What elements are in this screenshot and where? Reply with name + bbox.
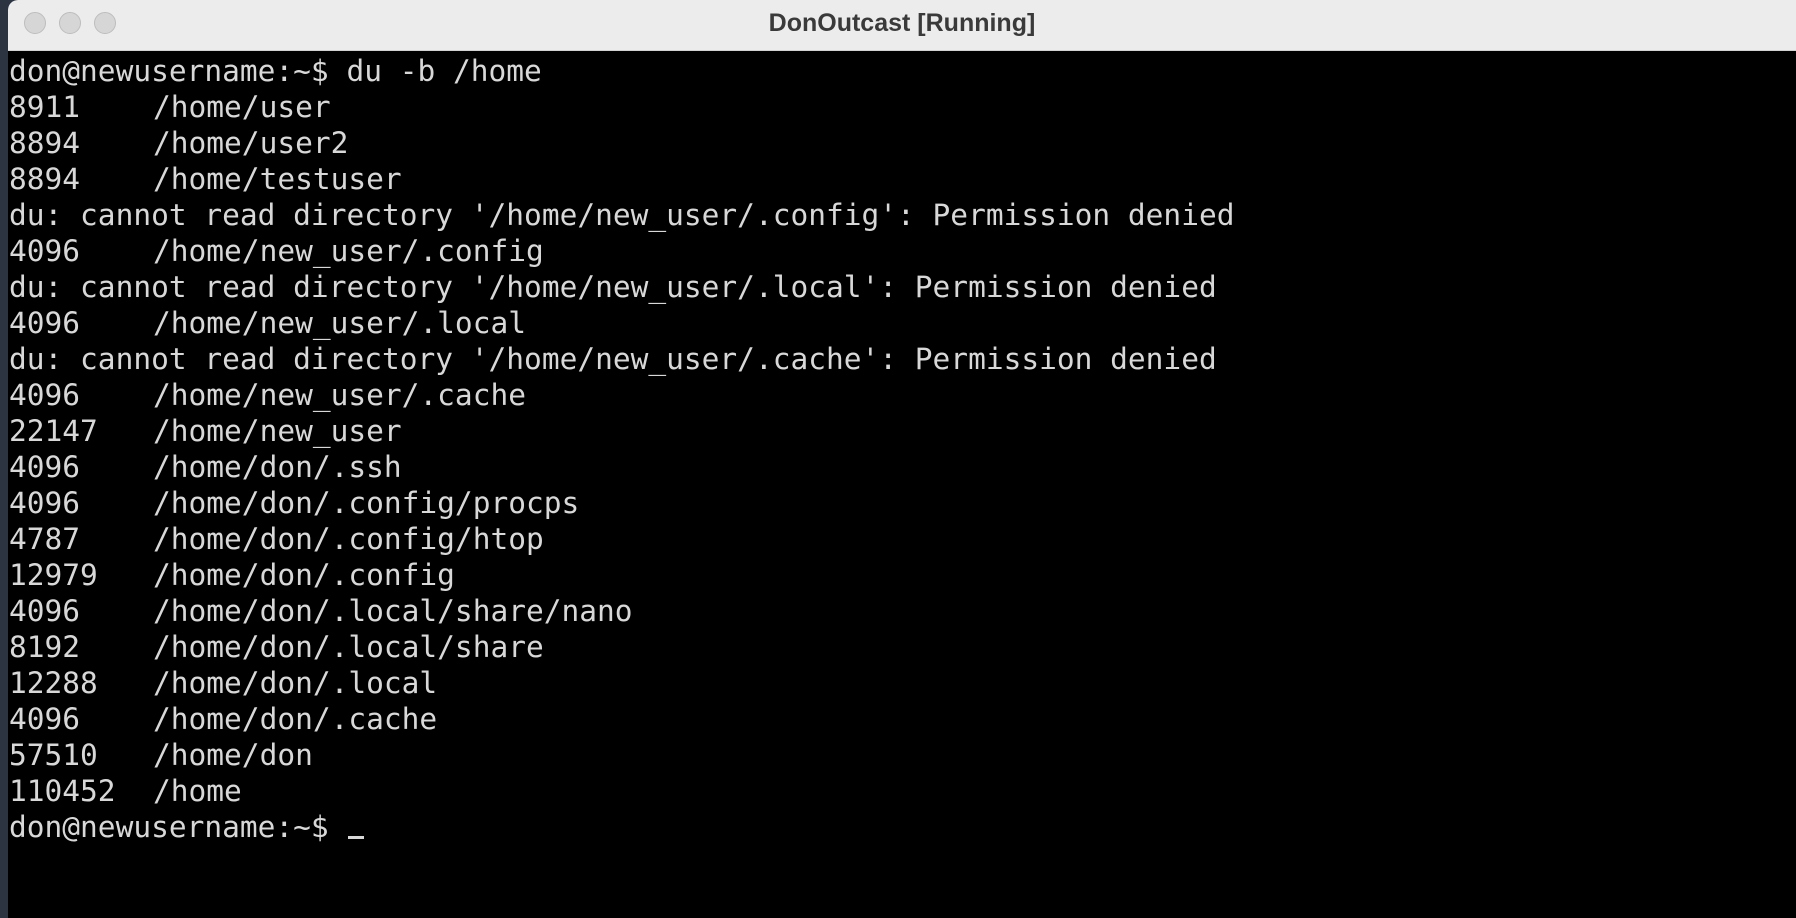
du-output-line: 4096/home/don/.ssh <box>9 449 1796 485</box>
size-value: 22147 <box>9 414 98 448</box>
du-output-line: 4096/home/don/.config/procps <box>9 485 1796 521</box>
size-value: 4096 <box>9 702 81 736</box>
path-value: /home/don/.config <box>153 558 455 592</box>
du-output-line: 22147/home/new_user <box>9 413 1796 449</box>
terminal-output: 8911/home/user 8894/home/user2 8894/home/t… <box>9 89 1796 809</box>
prompt-text: don@newusername:~$ <box>9 810 347 844</box>
size-value: 4096 <box>9 378 81 412</box>
path-value: /home/new_user/.local <box>153 306 526 340</box>
path-value: /home/user <box>153 90 331 124</box>
size-value: 12288 <box>9 666 98 700</box>
path-value: /home/testuser <box>153 162 402 196</box>
error-line: du: cannot read directory '/home/new_use… <box>9 198 1235 232</box>
size-value: 4787 <box>9 522 81 556</box>
path-value: /home/don/.local/share <box>153 630 544 664</box>
path-value: /home/don/.local <box>153 666 438 700</box>
title-bar[interactable]: DonOutcast [Running] <box>8 0 1796 51</box>
du-output-line: 4096/home/don/.local/share/nano <box>9 593 1796 629</box>
vm-window: DonOutcast [Running] don@newusername:~$ … <box>8 0 1796 918</box>
du-output-line: 8894/home/testuser <box>9 161 1796 197</box>
active-prompt-line[interactable]: don@newusername:~$ <box>9 809 1796 845</box>
du-output-line: 12979/home/don/.config <box>9 557 1796 593</box>
size-value: 8911 <box>9 90 81 124</box>
du-output-line: 110452/home <box>9 773 1796 809</box>
size-value: 4096 <box>9 306 81 340</box>
path-value: /home/new_user <box>153 414 402 448</box>
path-value: /home/don/.ssh <box>153 450 402 484</box>
size-value: 4096 <box>9 486 81 520</box>
path-value: /home/don/.cache <box>153 702 438 736</box>
size-value: 8894 <box>9 162 81 196</box>
du-output-line: 57510/home/don <box>9 737 1796 773</box>
window-title: DonOutcast [Running] <box>768 9 1036 37</box>
du-output-line: 4096/home/don/.cache <box>9 701 1796 737</box>
text-cursor <box>348 836 365 839</box>
size-value: 4096 <box>9 450 81 484</box>
path-value: /home/don/.config/htop <box>153 522 544 556</box>
error-line: du: cannot read directory '/home/new_use… <box>9 270 1217 304</box>
size-value: 110452 <box>9 774 116 808</box>
command-line: don@newusername:~$ du -b /home <box>9 54 542 88</box>
du-output-line: 8192/home/don/.local/share <box>9 629 1796 665</box>
path-value: /home/new_user/.cache <box>153 378 526 412</box>
size-value: 57510 <box>9 738 98 772</box>
path-value: /home/don <box>153 738 313 772</box>
du-output-line: 4096/home/new_user/.config <box>9 233 1796 269</box>
path-value: /home/don/.local/share/nano <box>153 594 633 628</box>
du-output-line: 4096/home/new_user/.cache <box>9 377 1796 413</box>
du-output-line: 12288/home/don/.local <box>9 665 1796 701</box>
size-value: 4096 <box>9 594 81 628</box>
path-value: /home/new_user/.config <box>153 234 544 268</box>
du-output-line: 4787/home/don/.config/htop <box>9 521 1796 557</box>
size-value: 12979 <box>9 558 98 592</box>
terminal-screen[interactable]: don@newusername:~$ du -b /home 8911/home… <box>8 52 1796 918</box>
size-value: 8894 <box>9 126 81 160</box>
path-value: /home/user2 <box>153 126 349 160</box>
du-output-line: 8894/home/user2 <box>9 125 1796 161</box>
size-value: 4096 <box>9 234 81 268</box>
path-value: /home <box>153 774 242 808</box>
path-value: /home/don/.config/procps <box>153 486 580 520</box>
du-output-line: 4096/home/new_user/.local <box>9 305 1796 341</box>
size-value: 8192 <box>9 630 81 664</box>
du-output-line: 8911/home/user <box>9 89 1796 125</box>
error-line: du: cannot read directory '/home/new_use… <box>9 342 1217 376</box>
